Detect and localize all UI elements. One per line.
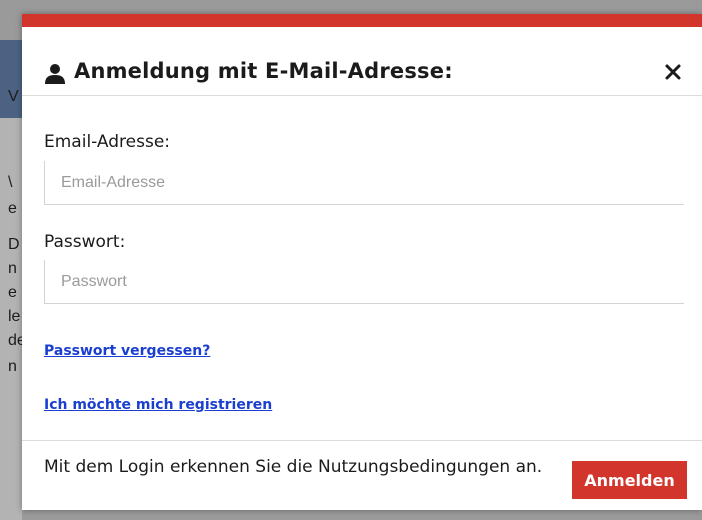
password-input[interactable]	[44, 260, 684, 304]
user-icon	[45, 64, 65, 84]
background-text: e	[8, 284, 17, 301]
background-text: le	[8, 308, 21, 325]
terms-notice: Mit dem Login erkennen Sie die Nutzungsb…	[44, 457, 543, 477]
modal-header: Anmeldung mit E-Mail-Adresse:	[22, 27, 702, 96]
register-link[interactable]: Ich möchte mich registrieren	[44, 397, 272, 413]
background-text: e	[8, 200, 17, 217]
background-text: n	[8, 260, 17, 277]
background-content-strip: \ e D n e le de n	[0, 118, 26, 520]
forgot-password-link[interactable]: Passwort vergessen?	[44, 343, 210, 359]
login-modal: Anmeldung mit E-Mail-Adresse: Email-Adre…	[22, 14, 702, 510]
background-header-block: V	[0, 40, 22, 118]
modal-footer: Mit dem Login erkennen Sie die Nutzungsb…	[22, 440, 702, 511]
background-text: D	[8, 236, 20, 253]
modal-title: Anmeldung mit E-Mail-Adresse:	[74, 59, 453, 83]
background-text: \	[8, 174, 13, 191]
email-input[interactable]	[44, 161, 684, 205]
email-label: Email-Adresse:	[44, 132, 171, 152]
modal-accent-bar	[22, 14, 702, 27]
login-button[interactable]: Anmelden	[572, 461, 687, 499]
password-label: Passwort:	[44, 232, 126, 252]
close-icon[interactable]	[662, 61, 684, 83]
background-text: V	[8, 88, 19, 105]
background-text: n	[8, 358, 17, 375]
